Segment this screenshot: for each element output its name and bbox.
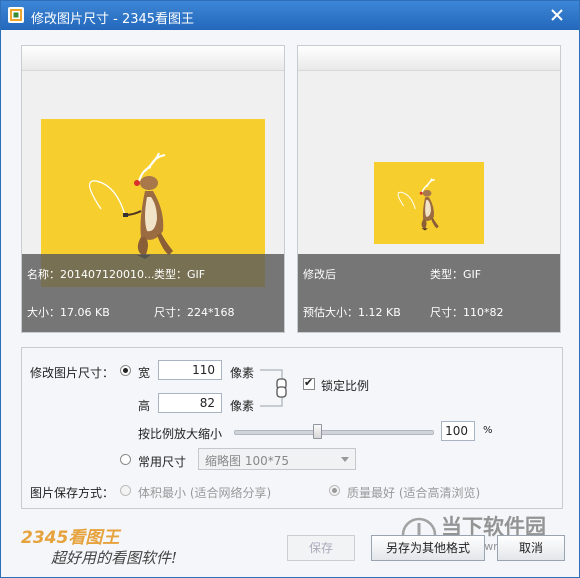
width-label: 宽 — [138, 366, 151, 380]
scale-slider-thumb[interactable] — [313, 424, 323, 439]
preview-estimated-size-label: 预估大小：1.12 KB — [303, 306, 401, 319]
smallest-size-radio[interactable] — [120, 485, 131, 496]
scale-input[interactable]: 100 — [441, 421, 475, 441]
original-type-label: 类型：GIF — [154, 268, 206, 281]
smallest-size-label: 体积最小 (适合网络分享) — [138, 486, 272, 500]
common-size-radio[interactable] — [120, 454, 131, 465]
width-unit-label: 像素 — [230, 366, 255, 380]
original-info-overlay: 名称：201407120010... 类型：GIF 大小：17.06 KB 尺寸… — [22, 254, 284, 332]
best-quality-radio[interactable] — [329, 485, 340, 496]
save-as-format-button[interactable]: 另存为其他格式 — [371, 535, 485, 561]
original-name-label: 名称：201407120010... — [27, 268, 155, 281]
chevron-down-icon — [341, 457, 349, 462]
save-button[interactable]: 保存 — [287, 535, 355, 561]
lock-ratio-checkbox[interactable] — [303, 376, 315, 390]
common-size-selected-value: 缩略图 100*75 — [205, 454, 289, 468]
save-mode-label: 图片保存方式： — [30, 486, 115, 500]
brand-logo: 2345看图王 超好用的看图软件! — [21, 523, 177, 567]
preview-dimensions-label: 尺寸：110*82 — [430, 306, 504, 319]
preview-status-label: 修改后 — [303, 268, 336, 281]
preview-image-panel: 修改后 类型：GIF 预估大小：1.12 KB 尺寸：110*82 — [297, 45, 561, 333]
brand-logo-text: 2345看图王 — [21, 528, 120, 548]
width-input[interactable]: 110 — [158, 360, 222, 380]
window-title: 修改图片尺寸 - 2345看图王 — [31, 12, 195, 27]
scale-unit-label: % — [483, 425, 493, 436]
height-label: 高 — [138, 399, 151, 413]
scale-label: 按比例放大缩小 — [138, 427, 223, 441]
preview-image — [374, 162, 484, 244]
app-logo-icon — [8, 7, 24, 23]
original-dimensions-label: 尺寸：224*168 — [154, 306, 235, 319]
preview-info-overlay: 修改后 类型：GIF 预估大小：1.12 KB 尺寸：110*82 — [298, 254, 560, 332]
resize-settings-section: 修改图片尺寸： 宽 110 像素 高 82 像素 锁定比例 按比例放大缩小 10… — [21, 347, 563, 509]
height-unit-label: 像素 — [230, 399, 255, 413]
cancel-button[interactable]: 取消 — [497, 535, 565, 561]
height-input[interactable]: 82 — [158, 393, 222, 413]
lock-ratio-label: 锁定比例 — [321, 379, 370, 393]
best-quality-label: 质量最好 (适合高清浏览) — [347, 486, 481, 500]
title-bar[interactable]: 修改图片尺寸 - 2345看图王 — [1, 1, 579, 30]
preview-panel-header — [298, 46, 560, 71]
resize-section-label: 修改图片尺寸： — [30, 366, 115, 380]
ratio-link-bracket-icon — [260, 369, 287, 407]
preview-type-label: 类型：GIF — [430, 268, 482, 281]
scale-slider-track[interactable] — [234, 430, 434, 435]
close-icon[interactable] — [547, 5, 567, 25]
brand-tagline: 超好用的看图软件! — [51, 549, 178, 567]
common-size-label: 常用尺寸 — [138, 455, 187, 469]
custom-size-radio[interactable] — [120, 365, 131, 376]
common-size-select[interactable]: 缩略图 100*75 — [198, 448, 356, 470]
deer-illustration-small — [397, 178, 439, 231]
resize-dialog: 修改图片尺寸 - 2345看图王 名称：201407120010... 类型：G… — [0, 0, 580, 578]
original-image-panel: 名称：201407120010... 类型：GIF 大小：17.06 KB 尺寸… — [21, 45, 285, 333]
original-panel-header — [22, 46, 284, 71]
original-size-label: 大小：17.06 KB — [27, 306, 110, 319]
